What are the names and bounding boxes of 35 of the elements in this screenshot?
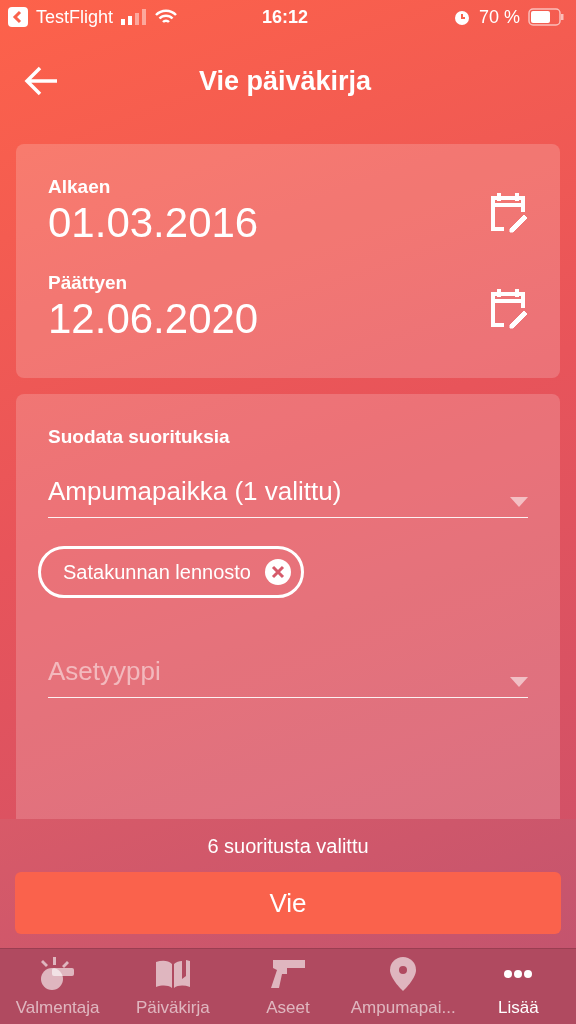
page-title: Vie päiväkirja [197,65,373,97]
whistle-icon [39,956,76,991]
remove-icon[interactable] [264,559,291,585]
tab-bar-item[interactable]: Valmentaja [0,949,116,1024]
alarm-icon [452,8,471,26]
select-field[interactable]: Asetyyppi [48,646,528,698]
caret-icon [510,497,528,507]
selection-summary: 6 suoritusta valittu [207,835,369,858]
date-label: Alkaen [48,176,112,198]
calendar-edit-icon[interactable] [488,191,528,233]
clock-time: 16:12 [260,6,309,28]
pistol-icon [269,957,307,990]
tab-bar-item[interactable]: Aseet [230,949,346,1024]
wifi-icon [155,9,178,25]
caret-icon [510,677,528,687]
tab-bar-item[interactable]: Ampumapai... [345,949,461,1024]
select-field[interactable]: Ampumapaikka (1 valittu) [48,466,528,518]
date-label: Päättyen [48,272,129,294]
back-arrow-icon[interactable] [24,66,58,96]
tab-bar-item[interactable]: Päiväkirja [115,949,231,1024]
signal-icon [121,9,148,25]
export-button[interactable]: Vie [15,872,561,934]
map-pin-icon [390,956,417,991]
calendar-edit-icon[interactable] [488,287,528,329]
back-icon[interactable] [8,7,28,27]
book-icon [153,957,192,990]
filter-chip: Satakunnan lennosto [38,546,304,598]
more-icon [504,969,533,978]
back-app-label[interactable]: TestFlight [36,6,114,28]
date-value[interactable]: 01.03.2016 [48,198,488,248]
battery-percent: 70 % [478,6,520,28]
filter-title: Suodata suorituksia [48,426,230,447]
date-value[interactable]: 12.06.2020 [48,294,488,344]
tab-bar-item[interactable]: Lisää [460,949,576,1024]
battery-icon [528,8,564,26]
